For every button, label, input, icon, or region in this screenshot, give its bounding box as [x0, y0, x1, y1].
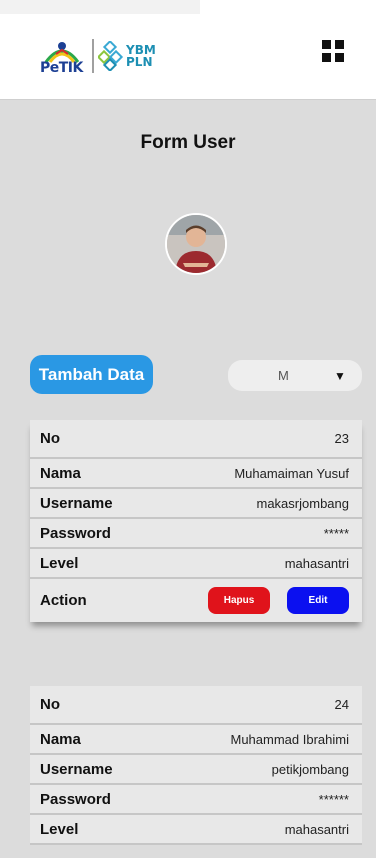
password-value: *****: [323, 525, 349, 541]
ybm-emblem-icon: [98, 41, 124, 71]
edit-button[interactable]: Edit: [287, 587, 349, 614]
password-label: Password: [40, 790, 111, 808]
row-level: Level mahasantri: [30, 815, 362, 845]
row-no: No 23: [30, 420, 362, 459]
password-value: ******: [318, 791, 349, 807]
level-filter-select[interactable]: M ▼: [228, 360, 362, 391]
row-username: Username makasrjombang: [30, 489, 362, 519]
brand-logo[interactable]: PeTIK YBM PLN: [36, 36, 156, 76]
no-label: No: [40, 696, 60, 713]
level-value: mahasantri: [284, 555, 349, 571]
select-value: M: [278, 368, 289, 383]
action-label: Action: [40, 592, 87, 609]
row-level: Level mahasantri: [30, 549, 362, 579]
petik-logo-text: PeTIK: [40, 60, 83, 76]
action-buttons: Hapus Edit: [208, 587, 349, 614]
no-label: No: [40, 430, 60, 447]
ybm-text-line2: PLN: [126, 55, 153, 69]
header-top-strip: [0, 0, 200, 14]
row-username: Username petikjombang: [30, 755, 362, 785]
row-action: Action Hapus Edit: [30, 579, 362, 622]
row-nama: Nama Muhammad Ibrahimi: [30, 725, 362, 755]
delete-button[interactable]: Hapus: [208, 587, 270, 614]
nama-value: Muhamaiman Yusuf: [234, 465, 349, 481]
no-value: 23: [334, 431, 349, 446]
nama-value: Muhammad Ibrahimi: [230, 731, 350, 747]
level-label: Level: [40, 820, 79, 838]
ybm-pln-logo: YBM PLN: [98, 41, 156, 71]
row-no: No 24: [30, 686, 362, 725]
chevron-down-icon: ▼: [334, 368, 346, 383]
add-data-button[interactable]: Tambah Data: [30, 355, 153, 394]
row-nama: Nama Muhamaiman Yusuf: [30, 459, 362, 489]
password-label: Password: [40, 524, 111, 542]
petik-logo: PeTIK: [36, 36, 88, 76]
row-password: Password *****: [30, 519, 362, 549]
user-avatar[interactable]: [165, 213, 227, 275]
user-card: No 24 Nama Muhammad Ibrahimi Username pe…: [30, 686, 362, 845]
nama-label: Nama: [40, 464, 81, 482]
username-value: makasrjombang: [256, 495, 350, 511]
page-title: Form User: [140, 132, 236, 153]
level-value: mahasantri: [284, 821, 349, 837]
level-label: Level: [40, 554, 79, 572]
username-label: Username: [40, 494, 113, 512]
row-password: Password ******: [30, 785, 362, 815]
app-header: PeTIK YBM PLN: [0, 0, 376, 100]
logo-divider: [92, 39, 94, 73]
username-label: Username: [40, 760, 113, 778]
no-value: 24: [334, 697, 349, 712]
user-card: No 23 Nama Muhamaiman Yusuf Username mak…: [30, 420, 362, 622]
avatar-person-icon: [167, 215, 225, 273]
username-value: petikjombang: [271, 761, 349, 777]
grid-menu-icon[interactable]: [322, 40, 344, 62]
ybm-pln-text: YBM PLN: [126, 44, 156, 68]
nama-label: Nama: [40, 730, 81, 748]
